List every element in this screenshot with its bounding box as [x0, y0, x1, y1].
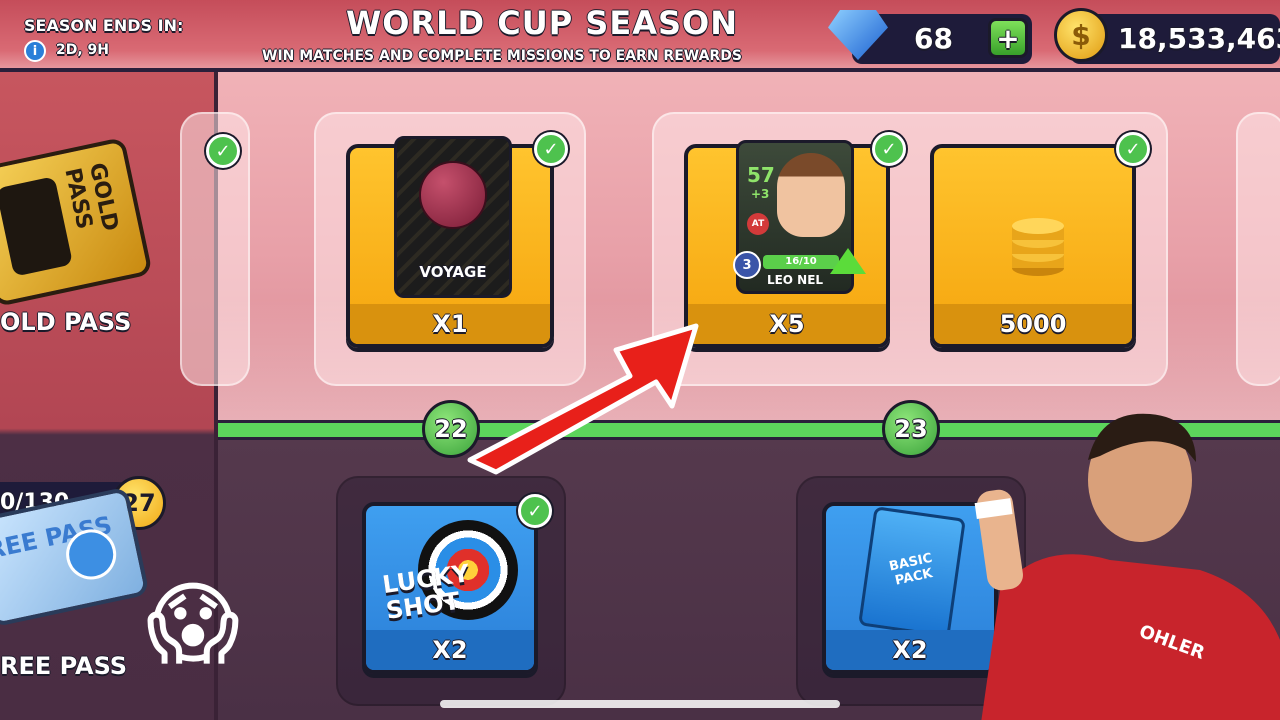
coin-stack-icon	[1012, 218, 1064, 276]
claimed-check-icon: ✓	[518, 494, 552, 528]
player-rating-bonus: +3	[751, 187, 770, 201]
player-position-badge: AT	[747, 213, 769, 235]
claimed-check-icon: ✓	[872, 132, 906, 166]
basic-pack-icon: BASIC PACK	[858, 506, 966, 638]
shocked-emoji-icon: 😱	[146, 572, 240, 677]
gem-count: 68	[914, 22, 953, 55]
top-bar: SEASON ENDS IN: i 2D, 9H WORLD CUP SEASO…	[0, 0, 1280, 72]
add-gems-button[interactable]: +	[988, 18, 1028, 58]
free-pass-card[interactable]: REE PASS	[0, 486, 150, 628]
gold-pass-label: OLD PASS	[0, 308, 132, 336]
upgrade-arrow-icon	[830, 248, 866, 274]
player-silhouette-icon	[0, 176, 74, 277]
reward-group	[1236, 112, 1280, 386]
info-icon[interactable]: i	[24, 40, 46, 62]
season-timer: 2D, 9H	[56, 42, 110, 58]
season-subtitle: WIN MATCHES AND COMPLETE MISSIONS TO EAR…	[262, 48, 742, 64]
tier-badge-23: 23	[882, 400, 940, 458]
lucky-shot-title: LUCKY SHOT	[381, 559, 475, 625]
pack-label: BASIC PACK	[887, 550, 934, 589]
red-arrow-icon	[467, 323, 699, 475]
reward-coins[interactable]: 5000	[930, 144, 1136, 348]
home-indicator	[440, 700, 840, 708]
claimed-check-icon: ✓	[534, 132, 568, 166]
ball-name: VOYAGE	[419, 263, 487, 281]
claimed-check-icon: ✓	[1116, 132, 1150, 166]
coin-icon: $	[1054, 8, 1108, 62]
reward-lucky-shot[interactable]: LUCKY SHOT X2	[362, 502, 538, 674]
voyage-ball-card: VOYAGE	[394, 136, 512, 298]
season-ends-label: SEASON ENDS IN:	[24, 16, 184, 35]
reward-quantity: 5000	[934, 304, 1132, 344]
gold-pass-card-text: GOLD PASS	[59, 160, 123, 234]
player-avatar	[777, 153, 845, 237]
coin-count: 18,533,463	[1118, 22, 1280, 55]
season-title: WORLD CUP SEASON	[346, 4, 738, 42]
player-name: LEO NEL	[766, 273, 824, 287]
footballer-photo: OHLER	[974, 413, 1280, 720]
reward-quantity: X2	[366, 630, 534, 670]
gold-pass-card[interactable]: GOLD PASS	[0, 136, 153, 308]
soccer-ball-icon	[419, 161, 487, 229]
free-pass-label: REE PASS	[0, 652, 128, 680]
claimed-check-icon: ✓	[206, 134, 240, 168]
player-rating: 57	[747, 163, 775, 187]
player-upgrade-progress: 16/10	[763, 255, 839, 269]
